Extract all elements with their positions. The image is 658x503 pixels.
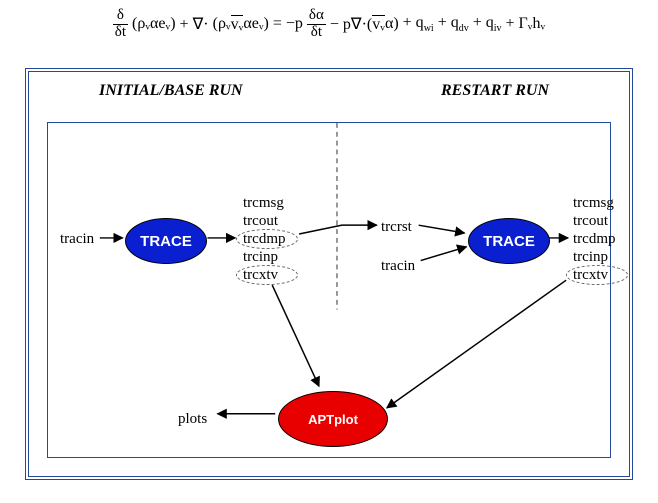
out2-trcinp: trcinp bbox=[573, 249, 608, 266]
nabla-dot: + ∇· bbox=[180, 14, 209, 34]
node-trace-restart-label: TRACE bbox=[483, 233, 535, 250]
label-tracin-1: tracin bbox=[60, 231, 94, 248]
node-trace-initial: TRACE bbox=[125, 218, 207, 264]
num2: δα bbox=[307, 8, 326, 25]
arrow-trcdmp-trcrst bbox=[299, 225, 377, 234]
out1-trcinp: trcinp bbox=[243, 249, 278, 266]
lhs-paren2-post: αeᵥ) bbox=[243, 15, 269, 33]
out2-trcxtv: trcxtv bbox=[573, 267, 608, 284]
equals: = bbox=[273, 15, 282, 33]
minus-p-nabla: − p∇·( bbox=[330, 14, 372, 34]
q-iv: + qiv bbox=[473, 14, 502, 34]
label-plots: plots bbox=[178, 411, 207, 428]
page: δ δt (ρᵥαeᵥ) + ∇· (ρᵥvᵥαeᵥ) = −p δα δt −… bbox=[0, 0, 658, 503]
out1-trcxtv: trcxtv bbox=[243, 267, 278, 284]
lhs-paren1: (ρᵥαeᵥ) bbox=[132, 15, 176, 33]
q-wi: + qwi bbox=[403, 14, 434, 34]
rhs-overbar-vv: vᵥ bbox=[372, 15, 385, 33]
gamma-h: + Γᵥhᵥ bbox=[506, 15, 546, 33]
equation: δ δt (ρᵥαeᵥ) + ∇· (ρᵥvᵥαeᵥ) = −p δα δt −… bbox=[0, 8, 658, 41]
diagram-outer-frame: INITIAL/BASE RUN RESTART RUN tracin TRAC… bbox=[25, 68, 633, 480]
arrow-trcxtv2-aptplot bbox=[387, 280, 566, 408]
out1-trcmsg: trcmsg bbox=[243, 195, 284, 212]
out1-trcout: trcout bbox=[243, 213, 278, 230]
heading-initial: INITIAL/BASE RUN bbox=[99, 82, 243, 100]
label-tracin-2: tracin bbox=[381, 258, 415, 275]
q-dv: + qdv bbox=[438, 14, 469, 34]
lhs-overbar-vv: vᵥ bbox=[231, 15, 244, 33]
den: δt bbox=[113, 25, 128, 41]
arrow-trcxtv1-aptplot bbox=[272, 285, 319, 386]
out2-trcmsg: trcmsg bbox=[573, 195, 614, 212]
diagram-inner-frame: tracin TRACE trcmsg trcout trcdmp trcinp… bbox=[47, 122, 611, 458]
node-aptplot: APTplot bbox=[278, 391, 388, 447]
out2-trcdmp: trcdmp bbox=[573, 231, 616, 248]
minus-p: −p bbox=[286, 15, 303, 33]
node-trace-initial-label: TRACE bbox=[140, 233, 192, 250]
out2-trcout: trcout bbox=[573, 213, 608, 230]
node-trace-restart: TRACE bbox=[468, 218, 550, 264]
frac-ddt-1: δ δt bbox=[113, 8, 128, 41]
arrow-trcrst-trace2 bbox=[419, 225, 465, 233]
heading-restart: RESTART RUN bbox=[441, 82, 549, 100]
label-trcrst: trcrst bbox=[381, 219, 412, 236]
arrow-tracin2-trace2 bbox=[421, 247, 467, 261]
den2: δt bbox=[307, 25, 326, 41]
num: δ bbox=[113, 8, 128, 25]
lhs-paren2-pre: (ρᵥ bbox=[213, 15, 231, 33]
node-aptplot-label: APTplot bbox=[308, 412, 358, 427]
out1-trcdmp: trcdmp bbox=[243, 231, 286, 248]
rhs-alpha-close: α) bbox=[385, 15, 399, 33]
frac-ddt-alpha: δα δt bbox=[307, 8, 326, 41]
